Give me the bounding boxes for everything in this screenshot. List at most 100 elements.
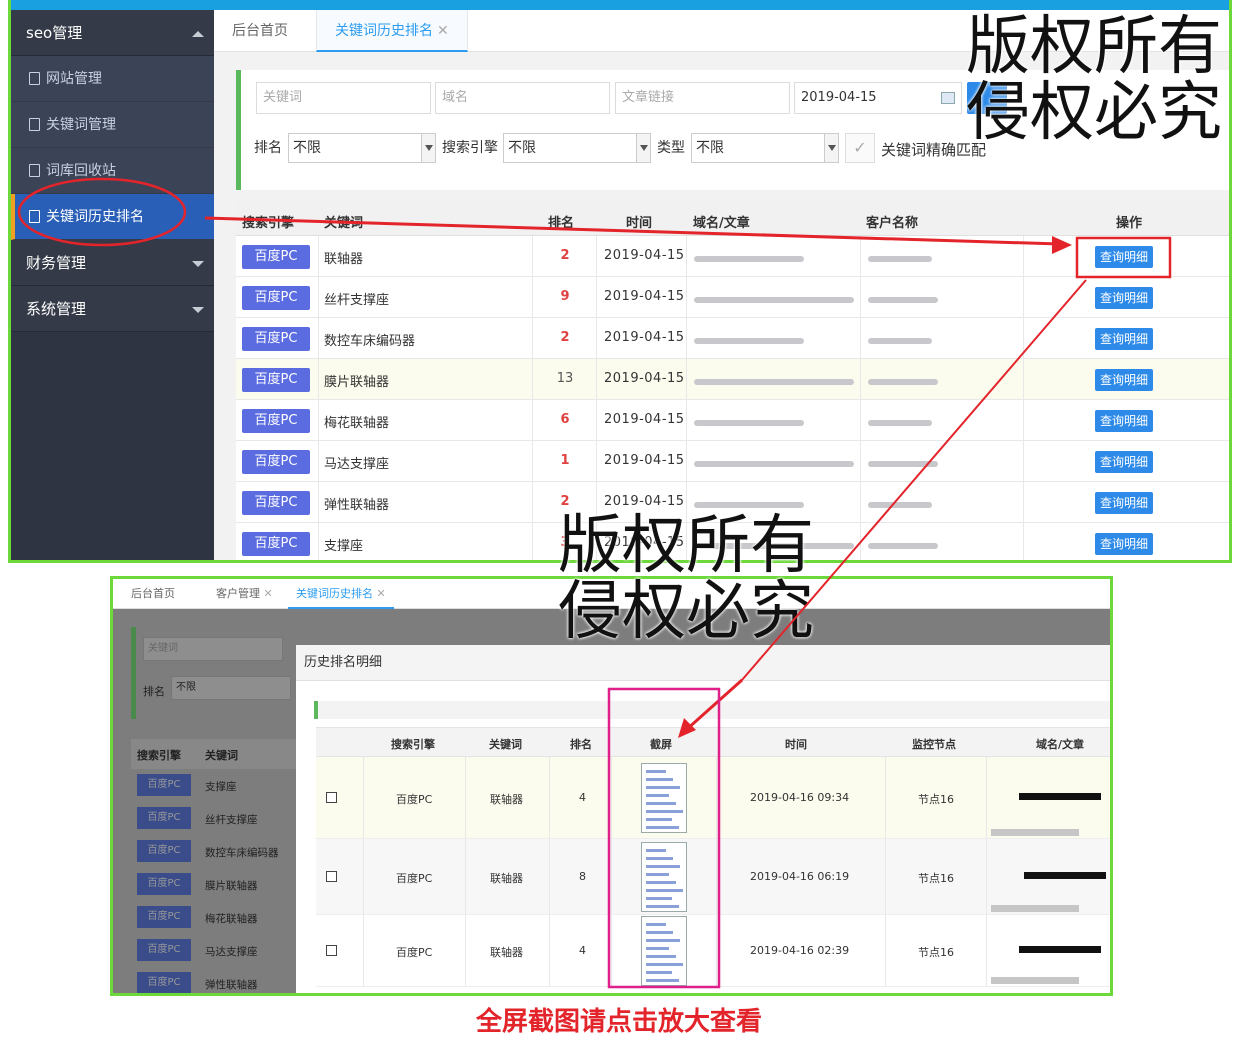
thumbnail-line: [646, 802, 676, 805]
sidebar-item-label: 网站管理: [46, 71, 102, 87]
keyword-input[interactable]: 关键词: [256, 82, 431, 114]
column-divider: [318, 400, 319, 440]
keyword-cell: 膜片联轴器: [324, 375, 390, 390]
query-detail-button[interactable]: 查询明细: [1095, 328, 1153, 350]
column-divider: [318, 236, 319, 276]
date-input[interactable]: 2019-04-15: [794, 82, 962, 114]
sidebar-item-keywords[interactable]: 关键词管理: [11, 102, 214, 148]
col-engine: 搜索引擎: [391, 738, 435, 751]
sidebar-item-history-rank[interactable]: 关键词历史排名: [11, 194, 214, 240]
tab-clients[interactable]: 客户管理 ✕: [208, 579, 281, 609]
exact-match-checkbox[interactable]: ✓: [845, 133, 875, 163]
keyword-cell: 数控车床编码器: [205, 847, 279, 859]
modal-toolbar: [314, 701, 1110, 719]
redacted-domain: [694, 297, 854, 303]
query-detail-button[interactable]: 查询明细: [1095, 410, 1153, 432]
column-divider: [986, 915, 987, 986]
calendar-icon[interactable]: [941, 92, 955, 104]
column-divider: [860, 400, 861, 440]
thumbnail-line: [646, 979, 679, 982]
rank-select[interactable]: 不限: [288, 133, 436, 163]
type-label: 类型: [657, 140, 685, 156]
column-divider: [686, 277, 687, 317]
watermark-line2: 侵权必究: [966, 76, 1222, 150]
sidebar-group-system-label: 系统管理: [26, 300, 87, 318]
col-action: 操作: [1116, 216, 1143, 231]
column-divider: [1023, 318, 1024, 358]
keyword-cell: 弹性联轴器: [205, 979, 258, 991]
row-checkbox[interactable]: [326, 945, 337, 956]
column-divider: [1023, 400, 1024, 440]
keyword-cell: 梅花联轴器: [205, 913, 258, 925]
screenshot-thumbnail[interactable]: [641, 916, 687, 986]
engine-badge: 百度PC: [242, 409, 310, 433]
screenshot-thumbnail[interactable]: [641, 763, 687, 833]
query-detail-button[interactable]: 查询明细: [1095, 451, 1153, 473]
redacted-client: [868, 297, 938, 303]
keyword-input[interactable]: 关键词: [143, 637, 283, 661]
table-header: 搜索引擎 关键词: [131, 739, 296, 769]
thumbnail-line: [646, 778, 673, 781]
document-icon: [29, 72, 40, 85]
sidebar-item-site[interactable]: 网站管理: [11, 56, 214, 102]
tab-home-label: 后台首页: [232, 23, 288, 39]
screenshot-thumbnail[interactable]: [641, 842, 687, 912]
tab-history-rank[interactable]: 关键词历史排名 ✕: [288, 579, 394, 609]
keyword-cell: 丝杆支撑座: [205, 814, 258, 826]
tab-home[interactable]: 后台首页: [214, 10, 306, 52]
detail-table-header: 搜索引擎 关键词 排名 截屏 时间 监控节点 域名/文章: [316, 727, 1110, 757]
sidebar-item-recycle[interactable]: 词库回收站: [11, 148, 214, 194]
close-icon[interactable]: ✕: [377, 587, 386, 600]
thumbnail-line: [646, 971, 672, 974]
sidebar-group-system[interactable]: 系统管理: [11, 286, 214, 332]
redacted-article: [991, 905, 1079, 912]
col-engine: 搜索引擎: [137, 749, 181, 762]
keyword-cell: 丝杆支撑座: [324, 293, 390, 308]
close-icon[interactable]: ✕: [264, 587, 273, 600]
column-divider: [986, 757, 987, 838]
query-detail-button[interactable]: 查询明细: [1095, 246, 1153, 268]
query-detail-button[interactable]: 查询明细: [1095, 369, 1153, 391]
domain-input[interactable]: 域名: [435, 82, 610, 114]
col-rank: 排名: [548, 216, 575, 231]
column-divider: [465, 839, 466, 914]
date-value: 2019-04-15: [801, 90, 877, 105]
column-divider: [860, 523, 861, 560]
redacted-domain: [1019, 946, 1101, 953]
type-select[interactable]: 不限: [691, 133, 839, 163]
redacted-client: [868, 256, 932, 262]
engine-badge: 百度PC: [137, 906, 191, 928]
thumbnail-line: [646, 857, 673, 860]
sidebar-group-finance[interactable]: 财务管理: [11, 240, 214, 286]
query-detail-button[interactable]: 查询明细: [1095, 492, 1153, 514]
tab-home[interactable]: 后台首页: [123, 579, 183, 609]
column-divider: [885, 915, 886, 986]
column-divider: [860, 236, 861, 276]
rank-select[interactable]: 不限: [171, 676, 291, 700]
row-checkbox[interactable]: [326, 792, 337, 803]
time-cell: 2019-04-16 06:19: [750, 870, 850, 883]
tab-history-rank[interactable]: 关键词历史排名 ✕: [316, 10, 468, 52]
column-divider: [318, 277, 319, 317]
sidebar-group-seo[interactable]: seo管理: [11, 10, 214, 56]
rank-cell: 1: [560, 453, 570, 468]
row-checkbox[interactable]: [326, 871, 337, 882]
sidebar-group-finance-label: 财务管理: [26, 254, 87, 272]
column-divider: [596, 236, 597, 276]
col-time: 时间: [626, 216, 653, 231]
column-divider: [1023, 523, 1024, 560]
article-link-input[interactable]: 文章链接: [615, 82, 790, 114]
date-cell: 2019-04-15: [604, 453, 685, 468]
rank-cell: 9: [560, 289, 570, 304]
query-detail-button[interactable]: 查询明细: [1095, 533, 1153, 555]
detail-row: 百度PC 联轴器 4 2019-04-16 09:34 节点16: [316, 757, 1110, 839]
close-icon[interactable]: ✕: [437, 23, 449, 39]
rank-cell: 4: [579, 791, 586, 804]
redacted-domain: [694, 420, 804, 426]
query-detail-button[interactable]: 查询明细: [1095, 287, 1153, 309]
engine-select[interactable]: 不限: [503, 133, 651, 163]
column-divider: [596, 400, 597, 440]
tab-history-rank-label: 关键词历史排名: [296, 587, 373, 600]
watermark-line1: 版权所有: [966, 10, 1222, 84]
engine-label: 搜索引擎: [442, 140, 498, 156]
